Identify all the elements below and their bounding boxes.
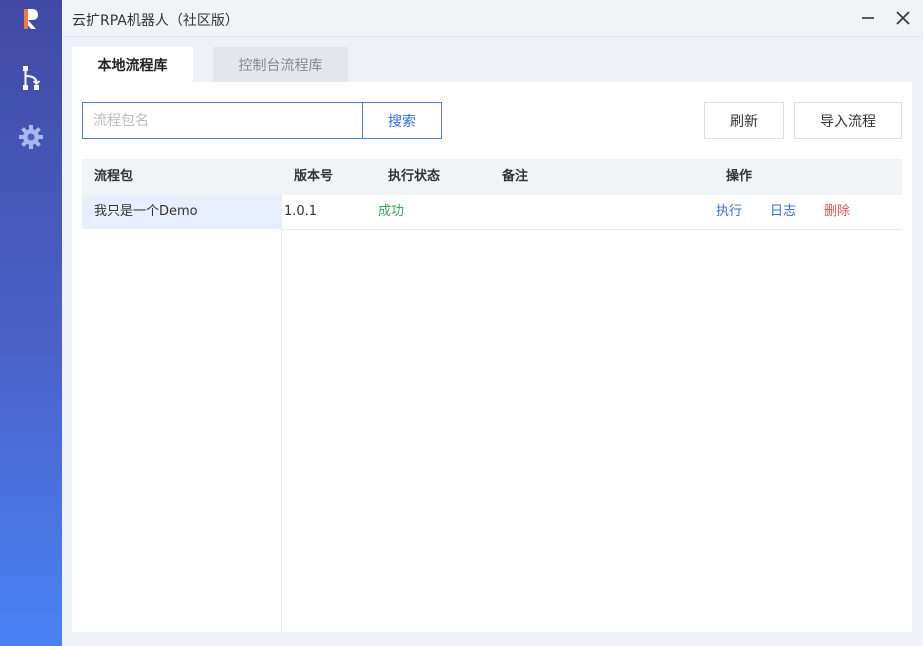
app-logo [0, 0, 62, 38]
tab-local-library[interactable]: 本地流程库 [72, 47, 193, 82]
search-button[interactable]: 搜索 [362, 102, 442, 139]
main-panel: 搜索 刷新 导入流程 流程包 版本号 执行状态 备注 操作 我只是一个Demo … [72, 82, 912, 632]
minimize-icon [862, 17, 874, 19]
app-window: 云扩RPA机器人（社区版） 本地流程库 控制台流程库 搜索 刷新 导入流程 流程… [0, 0, 923, 646]
run-link[interactable]: 执行 [716, 195, 742, 229]
header-package: 流程包 [94, 169, 134, 184]
close-icon [896, 11, 910, 25]
minimize-button[interactable] [858, 8, 878, 28]
log-link[interactable]: 日志 [770, 195, 796, 229]
import-flow-button[interactable]: 导入流程 [794, 102, 902, 139]
status-cell: 成功 [378, 204, 405, 219]
logo-icon [24, 9, 38, 29]
header-actions: 操作 [726, 169, 753, 184]
table-header: 流程包 版本号 执行状态 备注 操作 [82, 159, 902, 195]
gear-icon[interactable] [16, 122, 46, 152]
sidebar [0, 0, 62, 646]
tab-console-library[interactable]: 控制台流程库 [213, 47, 348, 82]
version-cell: 1.0.1 [284, 204, 318, 219]
window-title: 云扩RPA机器人（社区版） [72, 13, 239, 29]
search-input[interactable] [82, 102, 363, 139]
table-row: 1.0.1 成功 执行 日志 删除 [282, 195, 902, 230]
refresh-button[interactable]: 刷新 [704, 102, 784, 139]
package-list: 我只是一个Demo [82, 195, 282, 632]
delete-link[interactable]: 删除 [824, 195, 850, 229]
header-note: 备注 [502, 169, 529, 184]
header-version: 版本号 [294, 169, 334, 184]
title-bar: 云扩RPA机器人（社区版） [62, 0, 923, 37]
header-status: 执行状态 [388, 169, 441, 184]
close-button[interactable] [893, 8, 913, 28]
package-item[interactable]: 我只是一个Demo [82, 195, 281, 229]
flow-icon[interactable] [16, 63, 46, 93]
